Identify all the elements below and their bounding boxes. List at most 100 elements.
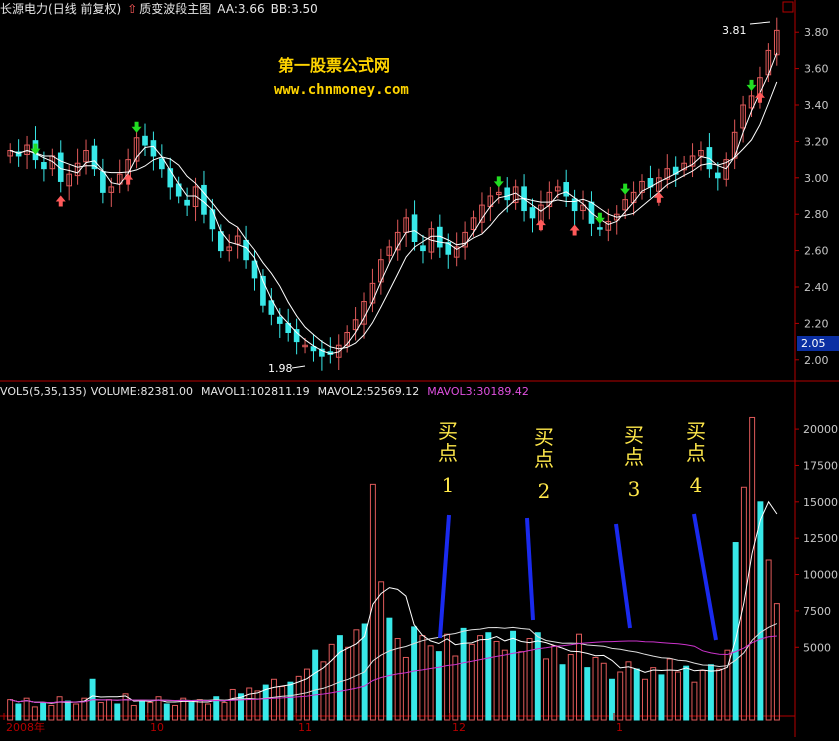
volume-bar [345, 646, 352, 721]
corner-box-icon [782, 1, 794, 13]
volume-bar [543, 658, 549, 721]
stock-name: 长源电力 [0, 2, 49, 16]
volume-bar [114, 703, 121, 721]
high-price-label: 3.81 [722, 24, 747, 37]
volume-bar [444, 633, 451, 721]
volume-bar [411, 626, 418, 721]
volume-bar [625, 661, 632, 721]
volume-bar [73, 703, 80, 721]
sell-arrow-icon [594, 212, 605, 224]
period-label: (日线 前复权) [48, 2, 122, 16]
candle-body [209, 209, 216, 230]
volume-bar [378, 581, 385, 721]
buy-point-2: 买 点 2 [524, 426, 564, 502]
volume-bar [48, 704, 55, 721]
volume-bar [64, 700, 71, 721]
volume-bar [633, 668, 640, 721]
price-tick-label: 2.20 [804, 317, 829, 330]
buy-point-marker-line [692, 513, 718, 641]
volume-bar [163, 703, 170, 721]
volume-bar [320, 661, 327, 721]
low-price-label: 1.98 [268, 362, 293, 375]
volume-tick-label: 17500 [803, 459, 838, 472]
volume-bar [386, 617, 393, 721]
volume-bar [435, 651, 442, 721]
volume-bar [600, 662, 607, 721]
volume-bar [287, 681, 294, 721]
volume-tick-label: 12500 [803, 532, 838, 545]
volume-bar [229, 688, 236, 721]
candle-body [142, 135, 148, 146]
candle-body [217, 231, 224, 252]
watermark-title: 第一股票公式网 [278, 56, 391, 75]
aa-value: AA:3.66 [217, 2, 265, 16]
sell-arrow-icon [746, 79, 757, 91]
volume-bar [172, 704, 178, 721]
volume-bar [40, 702, 47, 721]
volume-bar [468, 643, 475, 721]
volume-bar [707, 664, 714, 721]
mavol3-value: MAVOL3:30189.42 [427, 385, 529, 398]
volume-bar [336, 635, 343, 721]
volume-bar [510, 630, 517, 721]
volume-bar [303, 668, 310, 721]
volume-bar [427, 645, 434, 721]
buy-point-1-char1: 买 [438, 419, 458, 443]
buy-arrow-icon [535, 219, 546, 231]
candle-body [100, 171, 106, 193]
buy-point-4: 买 点 4 [676, 420, 716, 496]
volume-bar [106, 699, 113, 721]
date-axis-label: 11 [298, 721, 312, 734]
volume-bar [270, 678, 277, 721]
candle-body [420, 245, 426, 252]
volume-value: VOLUME:82381.00 [90, 385, 193, 398]
candle-body [41, 162, 47, 170]
date-axis-label: 1 [616, 721, 623, 734]
vol-label: VOL5(5,35,135) [0, 385, 87, 398]
volume-bar [666, 658, 673, 721]
date-axis-label: 10 [150, 721, 164, 734]
volume-tick-label: 5000 [803, 641, 831, 654]
price-tick-label: 3.20 [804, 135, 829, 148]
candle-body [276, 316, 283, 324]
price-tick-label: 2.00 [804, 354, 829, 367]
volume-bar [765, 559, 772, 721]
buy-point-3: 买 点 3 [614, 424, 654, 500]
volume-bar [394, 638, 401, 721]
volume-bar [691, 681, 698, 721]
price-tick-label: 3.00 [804, 172, 829, 185]
buy-point-1-char2: 点 [438, 441, 458, 465]
candle-body [504, 187, 511, 201]
buy-point-3-number: 3 [627, 477, 641, 501]
up-arrow-icon: ⇧ [127, 2, 138, 16]
date-axis-label: 12 [452, 721, 466, 734]
volume-bar [205, 703, 211, 721]
volume-bar [246, 687, 253, 721]
volume-bar [617, 671, 624, 721]
buy-arrow-icon [55, 195, 66, 207]
volume-bar [477, 635, 484, 721]
volume-bar [716, 668, 723, 721]
bb-value: BB:3.50 [270, 2, 318, 16]
mavol1-line [9, 500, 778, 704]
volume-bar [402, 656, 409, 721]
volume-bar [576, 633, 582, 721]
buy-point-1-number: 1 [441, 473, 455, 497]
date-axis-label: 2008年 [6, 720, 45, 734]
high-pointer [749, 21, 771, 25]
volume-bar [139, 700, 146, 721]
volume-bar [23, 697, 30, 721]
volume-bar [658, 674, 665, 721]
volume-tick-label: 7500 [803, 605, 831, 618]
volume-bar [130, 704, 137, 721]
candle-body [167, 168, 174, 188]
volume-bar [567, 654, 574, 721]
buy-arrow-icon [123, 173, 134, 185]
candle-body [529, 207, 536, 219]
buy-arrow-icon [569, 224, 580, 236]
price-tick-label: 2.40 [804, 281, 829, 294]
buy-point-1: 买 点 1 [428, 420, 468, 496]
volume-tick-label: 15000 [803, 496, 838, 509]
sell-arrow-icon [131, 121, 142, 133]
buy-point-2-char2: 点 [534, 447, 554, 471]
